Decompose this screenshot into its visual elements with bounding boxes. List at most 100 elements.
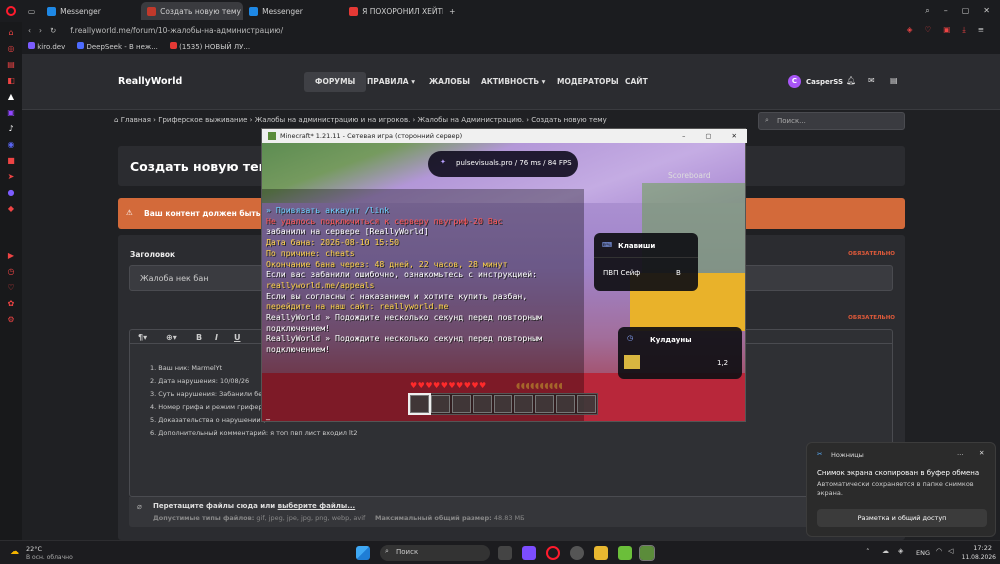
bold-icon[interactable]: B xyxy=(196,333,202,342)
extensions-icon[interactable]: ✿ xyxy=(7,299,16,308)
download-icon[interactable]: ⤓ xyxy=(962,25,965,35)
tray-app-icon[interactable]: ◈ xyxy=(898,547,903,555)
bookmark-kiro[interactable]: kiro.dev xyxy=(28,41,65,51)
hotbar-slot[interactable] xyxy=(514,395,534,413)
vpn-icon[interactable]: ◆ xyxy=(7,204,16,213)
search-input[interactable]: ⌕ Поиск... xyxy=(758,112,905,130)
underline-icon[interactable]: U xyxy=(234,333,241,342)
username[interactable]: CasperSS xyxy=(806,78,843,86)
vk-icon[interactable]: ■ xyxy=(7,156,16,165)
history-icon[interactable]: ◷ xyxy=(7,267,16,276)
wallet-icon[interactable]: ◧ xyxy=(7,76,16,85)
minimize-icon[interactable]: – xyxy=(944,6,948,16)
hotbar-slot[interactable] xyxy=(577,395,597,413)
app-a-icon[interactable]: ▲ xyxy=(7,92,16,101)
app-icon-3[interactable] xyxy=(618,546,632,560)
snipping-notification[interactable]: ✂ Ножницы … ✕ Снимок экрана скопирован в… xyxy=(806,442,996,537)
mc-maximize-icon[interactable]: ▢ xyxy=(705,132,711,140)
nav-rules[interactable]: ПРАВИЛА ▾ xyxy=(356,72,426,92)
list-icon[interactable]: ▤ xyxy=(890,76,898,85)
app-icon-2[interactable] xyxy=(570,546,584,560)
close-icon[interactable]: ✕ xyxy=(983,6,990,16)
heart-icon: ♥ xyxy=(463,381,471,390)
search-tabs-icon[interactable]: ⌕ xyxy=(925,6,929,16)
italic-icon[interactable]: I xyxy=(215,333,218,342)
twitch-icon[interactable]: ▣ xyxy=(7,108,16,117)
game-viewport[interactable]: ✦ pulsevisuals.pro / 76 ms / 84 FPS Scor… xyxy=(262,143,745,421)
bookmarks-icon[interactable]: ♡ xyxy=(7,283,16,292)
mc-close-icon[interactable]: ✕ xyxy=(732,132,737,140)
tab-create-topic[interactable]: Создать новую тему - Re xyxy=(141,2,244,20)
volume-icon[interactable]: ◁ xyxy=(948,547,953,555)
menu-icon[interactable]: ≡ xyxy=(978,25,984,35)
shield-icon[interactable]: ◈ xyxy=(907,25,913,35)
maximize-icon[interactable]: ▢ xyxy=(962,6,970,16)
tab-messenger-2[interactable]: Messenger xyxy=(243,2,343,20)
mc-minimize-icon[interactable]: – xyxy=(682,132,685,140)
hotbar-slot[interactable] xyxy=(408,393,431,415)
file-explorer-icon[interactable] xyxy=(594,546,608,560)
tray-chevron-icon[interactable]: ˄ xyxy=(866,548,870,556)
avatar[interactable]: C xyxy=(788,75,801,88)
settings-icon[interactable]: ⚙ xyxy=(7,315,16,324)
body-line-3: 3. Суть нарушения: Забанили без xyxy=(150,390,266,398)
heart-icon: ♥ xyxy=(448,381,456,390)
nav-activity[interactable]: АКТИВНОСТЬ ▾ xyxy=(470,72,556,92)
taskbar-search[interactable]: ⌕ Поиск xyxy=(380,545,490,561)
start-icon[interactable] xyxy=(356,546,370,560)
site-logo[interactable]: ReallyWorld xyxy=(118,76,182,87)
crumb-griefer[interactable]: Гриферское выживание xyxy=(158,116,247,124)
hotbar-slot[interactable] xyxy=(472,395,492,413)
nav-site[interactable]: САЙТ xyxy=(614,72,659,92)
minecraft-window[interactable]: Minecraft* 1.21.11 - Сетевая игра (сторо… xyxy=(261,128,747,422)
url-field[interactable]: f.reallyworld.me/forum/10-жалобы-на-адми… xyxy=(70,26,283,35)
snapshot-icon[interactable]: ▣ xyxy=(943,25,950,35)
task-view-icon[interactable] xyxy=(498,546,512,560)
hotbar-slot[interactable] xyxy=(451,395,471,413)
tab-messenger-1[interactable]: Messenger xyxy=(41,2,141,20)
new-tab-button[interactable]: + xyxy=(443,2,461,20)
minecraft-taskbar-icon[interactable] xyxy=(639,545,655,561)
telegram-icon[interactable]: ➤ xyxy=(7,172,16,181)
hotbar-slot[interactable] xyxy=(556,395,576,413)
player-icon[interactable]: ▶ xyxy=(7,251,16,260)
body-line-6: 6. Дополнительный комментарий: я топ пвп… xyxy=(150,429,358,437)
app-icon-1[interactable] xyxy=(522,546,536,560)
tab-workspaces[interactable]: ▭ xyxy=(22,2,41,20)
attachment-dropzone[interactable]: ⌀ Перетащите файлы сюда или выберите фай… xyxy=(129,497,893,527)
notification-more-icon[interactable]: … xyxy=(957,449,964,457)
notification-close-icon[interactable]: ✕ xyxy=(979,449,984,457)
language-indicator[interactable]: ENG xyxy=(916,549,930,557)
crumb-home[interactable]: Главная xyxy=(121,116,151,124)
insert-icon[interactable]: ⊕▾ xyxy=(166,333,177,342)
reload-icon[interactable]: ↻ xyxy=(50,26,56,35)
weather-temp[interactable]: 22°C xyxy=(26,545,42,553)
messages-icon[interactable]: ✉ xyxy=(868,76,875,85)
crumb-admin[interactable]: Жалобы на Администрацию. xyxy=(418,116,524,124)
bookmark-youtube[interactable]: (1535) НОВЫЙ ЛУ... xyxy=(169,41,250,51)
heart-icon[interactable]: ♡ xyxy=(925,25,932,35)
assistant-icon[interactable]: ● xyxy=(7,188,16,197)
notifications-icon[interactable]: 🔔︎ xyxy=(846,76,856,85)
forward-icon[interactable]: › xyxy=(39,26,42,35)
tray-cloud-icon[interactable]: ☁ xyxy=(882,547,889,555)
pinboard-icon[interactable]: ▤ xyxy=(7,60,16,69)
aria-icon[interactable]: ◎ xyxy=(7,44,16,53)
bookmark-deepseek[interactable]: DeepSeek - В неж... xyxy=(77,41,158,51)
choose-files-link[interactable]: выберите файлы... xyxy=(278,502,356,510)
wifi-icon[interactable]: ◠ xyxy=(936,547,942,555)
clock-time[interactable]: 17:22 xyxy=(962,544,992,552)
tiktok-icon[interactable]: ♪ xyxy=(7,124,16,133)
opera-logo[interactable] xyxy=(0,6,22,16)
markup-share-button[interactable]: Разметка и общий доступ xyxy=(817,509,987,527)
paragraph-icon[interactable]: ¶▾ xyxy=(138,333,147,342)
discord-icon[interactable]: ◉ xyxy=(7,140,16,149)
hotbar-slot[interactable] xyxy=(535,395,555,413)
opera-taskbar-icon[interactable] xyxy=(546,546,560,560)
home-icon[interactable]: ⌂ xyxy=(7,28,16,37)
crumb-complaints[interactable]: Жалобы на администрацию и на игроков. xyxy=(255,116,411,124)
hotbar-slot[interactable] xyxy=(430,395,450,413)
hotbar-slot[interactable] xyxy=(493,395,513,413)
back-icon[interactable]: ‹ xyxy=(28,26,31,35)
tab-youtube[interactable]: Я ПОХОРОНИЛ ХЕЙТЕРЩ xyxy=(343,2,443,20)
